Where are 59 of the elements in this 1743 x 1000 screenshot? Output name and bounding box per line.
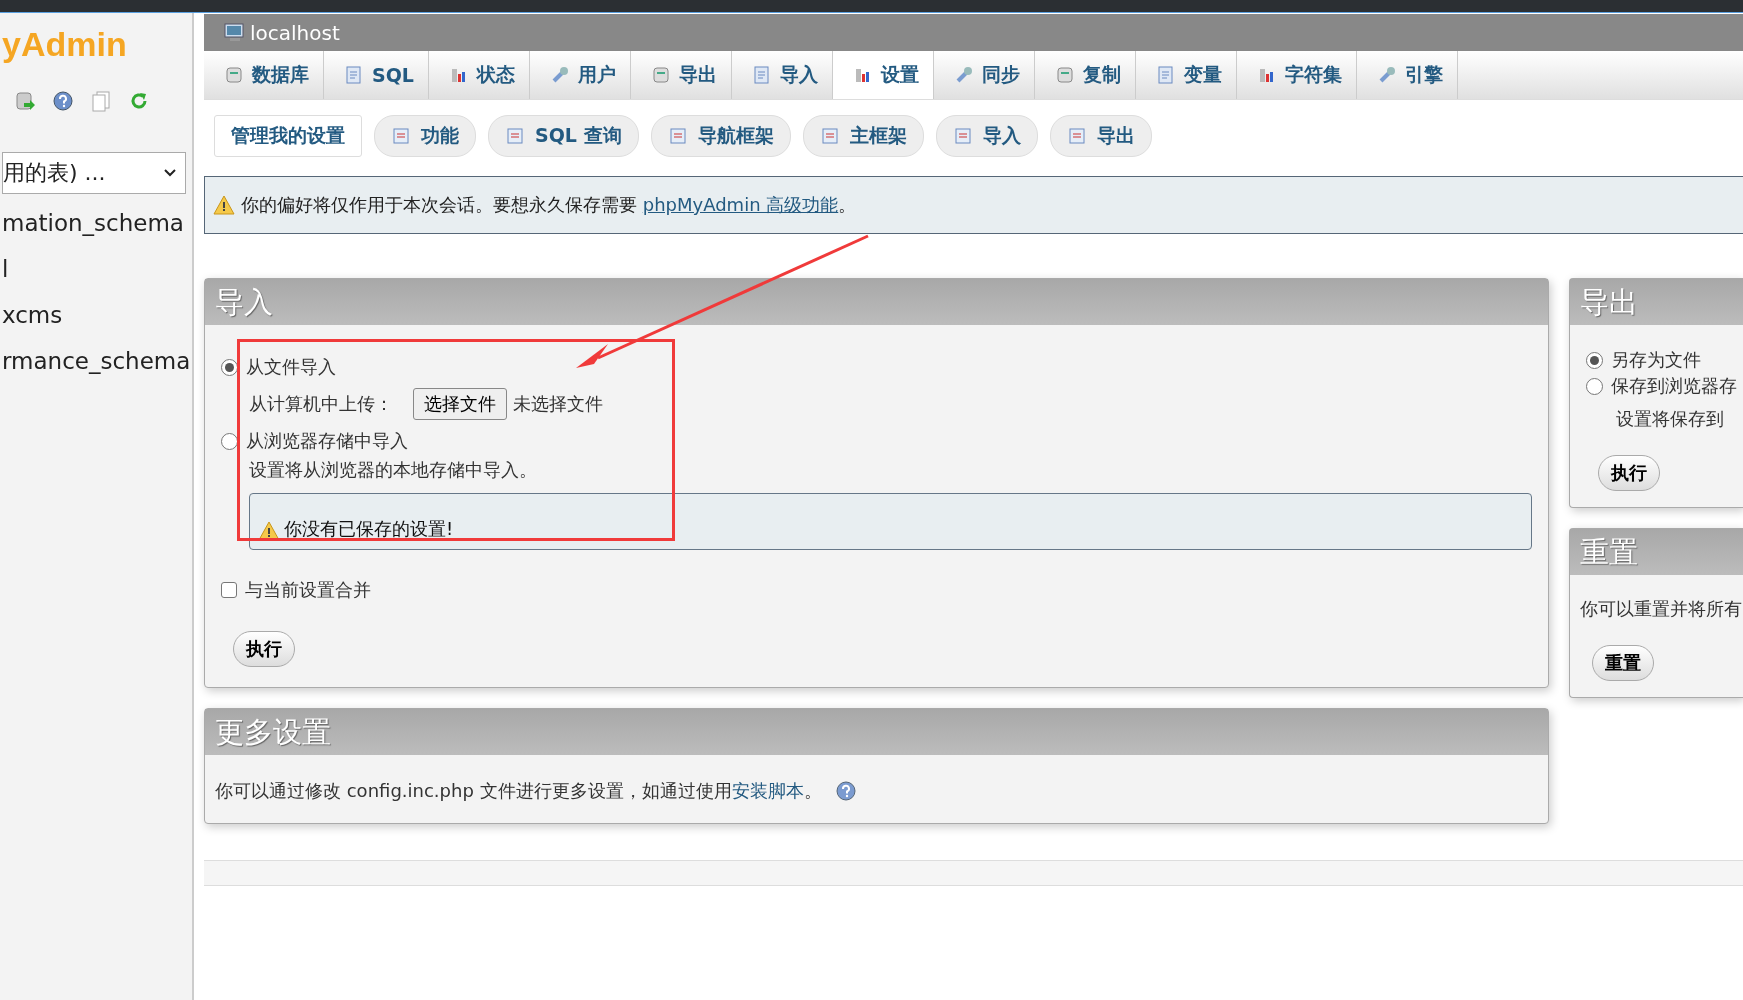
menu-tab[interactable]: 导出 — [630, 51, 732, 99]
database-icon — [224, 65, 244, 85]
radio-option[interactable]: 从浏览器存储中导入 — [221, 424, 1532, 458]
computer-icon — [224, 22, 246, 43]
document-icon — [505, 126, 525, 146]
sub-tab[interactable]: 导出 — [1049, 115, 1152, 157]
reset-button[interactable]: 重置 — [1592, 645, 1654, 681]
menu-tab[interactable]: 用户 — [529, 51, 631, 99]
menu-tab[interactable]: 设置 — [832, 51, 934, 99]
menu-tab[interactable]: 数据库 — [204, 51, 324, 99]
server-name[interactable]: localhost — [250, 20, 340, 45]
warning-icon — [258, 521, 280, 541]
database-link[interactable]: rmance_schema — [0, 348, 192, 378]
setup-script-link[interactable]: 安装脚本 — [731, 780, 804, 801]
database-link[interactable]: xcms — [0, 302, 192, 332]
submit-button[interactable]: 执行 — [1598, 455, 1660, 491]
more-settings-text: 你可以通过修改 config.inc.php 文件进行更多设置，如通过使用安装脚本。 — [215, 779, 822, 803]
storage-description: 设置将从浏览器的本地存储中导入。 — [248, 458, 538, 482]
advanced-features-link[interactable]: phpMyAdmin 高级功能 — [642, 194, 839, 215]
copy-icon[interactable] — [90, 90, 112, 112]
menu-tab[interactable]: 字符集 — [1236, 51, 1357, 99]
warning-text: 你没有已保存的设置! — [284, 517, 454, 541]
sub-tab[interactable]: SQL 查询 — [488, 115, 639, 157]
menu-tab[interactable]: 状态 — [428, 51, 530, 99]
export-description: 设置将保存到 — [1615, 407, 1725, 431]
sub-tab[interactable]: 主框架 — [802, 115, 924, 157]
document-icon — [344, 65, 364, 85]
radio-option[interactable]: 从文件导入 — [221, 350, 1532, 384]
help-icon[interactable] — [835, 781, 856, 801]
menu-tab[interactable]: 复制 — [1034, 51, 1136, 99]
radio-option[interactable]: 保存到浏览器存 — [1586, 373, 1743, 399]
panel-title: 更多设置 — [205, 709, 1548, 755]
file-status: 未选择文件 — [513, 392, 603, 416]
panel-title: 重置 — [1570, 529, 1743, 575]
sub-tab[interactable]: 导航框架 — [650, 115, 791, 157]
upload-label: 从计算机中上传： — [249, 392, 393, 416]
reset-description: 你可以重置并将所有 — [1580, 597, 1743, 621]
sub-tab[interactable]: 管理我的设置 — [214, 115, 362, 157]
database-link[interactable]: l — [0, 256, 192, 286]
choose-file-button[interactable]: 选择文件 — [413, 388, 507, 420]
notice-text: 你的偏好将仅作用于本次会话。要想永久保存需要 phpMyAdmin 高级功能。 — [241, 193, 857, 217]
logo: yAdmin — [1, 25, 128, 64]
chevron-down-icon — [163, 168, 177, 178]
menu-tab[interactable]: SQL — [324, 51, 429, 99]
panel-title: 导出 — [1570, 279, 1743, 325]
help-icon[interactable] — [52, 90, 74, 112]
menu-tab[interactable]: 导入 — [731, 51, 833, 99]
sub-tab[interactable]: 功能 — [374, 115, 476, 157]
database-select[interactable]: 用的表) ... — [2, 152, 186, 194]
sub-tab[interactable]: 导入 — [935, 115, 1038, 157]
database-link[interactable]: mation_schema — [0, 210, 192, 240]
menu-tab[interactable]: 引擎 — [1356, 51, 1458, 99]
radio-option[interactable]: 另存为文件 — [1586, 347, 1743, 373]
merge-checkbox[interactable]: 与当前设置合并 — [221, 573, 1532, 607]
submit-button[interactable]: 执行 — [233, 631, 295, 667]
menu-tab[interactable]: 变量 — [1135, 51, 1237, 99]
menu-tab[interactable]: 同步 — [933, 51, 1035, 99]
panel-title: 导入 — [205, 279, 1548, 325]
warning-icon — [213, 195, 235, 215]
